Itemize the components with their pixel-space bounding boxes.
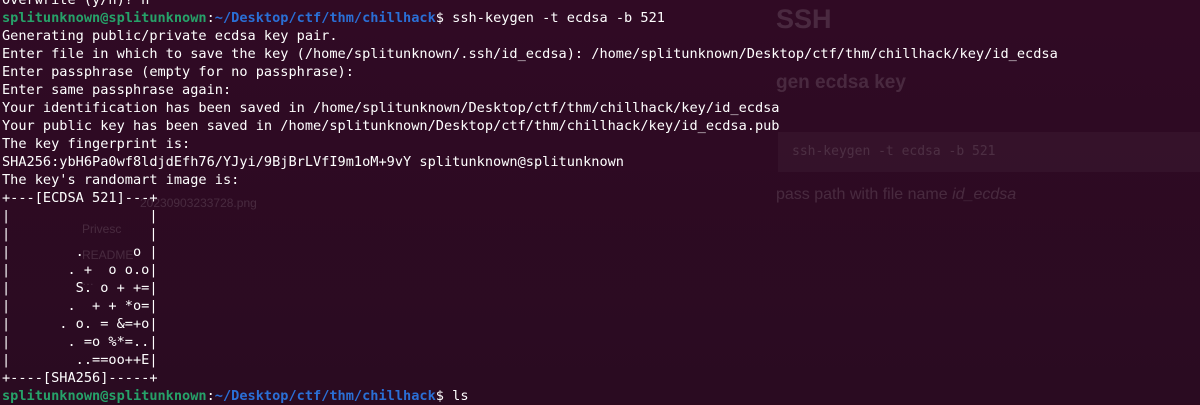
output-line: | . o. = &=+o| <box>2 316 158 332</box>
output-line: | S. o + +=| <box>2 280 158 296</box>
output-line: The key fingerprint is: <box>2 136 191 152</box>
output-line: SHA256:ybH6Pa0wf8ldjdEfh76/YJyi/9BjBrLVf… <box>2 154 624 170</box>
output-line: | ..==oo++E| <box>2 352 158 368</box>
prompt-path: ~/Desktop/ctf/thm/chillhack <box>214 388 436 404</box>
output-line: Overwrite (y/n)? n <box>2 0 150 8</box>
prompt-line: splitunknown@splitunknown:~/Desktop/ctf/… <box>2 387 1058 405</box>
prompt-separator: : <box>206 10 215 26</box>
output-line: Your identification has been saved in /h… <box>2 100 780 116</box>
output-line: Enter same passphrase again: <box>2 82 232 98</box>
output-line: | . + o o.o| <box>2 262 158 278</box>
prompt-user-host: splitunknown@splitunknown <box>2 10 207 26</box>
output-line: +---[ECDSA 521]---+ <box>2 190 158 206</box>
prompt-user-host: splitunknown@splitunknown <box>2 388 207 404</box>
prompt-path: ~/Desktop/ctf/thm/chillhack <box>214 10 436 26</box>
output-line: Generating public/private ecdsa key pair… <box>2 28 338 44</box>
output-line: Enter passphrase (empty for no passphras… <box>2 64 354 80</box>
prompt-command: $ ssh-keygen -t ecdsa -b 521 <box>435 10 665 26</box>
output-line: Your public key has been saved in /home/… <box>2 118 780 134</box>
output-line: | . o | <box>2 244 158 260</box>
prompt-line: splitunknown@splitunknown:~/Desktop/ctf/… <box>2 9 1058 27</box>
output-line: | | <box>2 226 158 242</box>
terminal-output[interactable]: Overwrite (y/n)? n splitunknown@splitunkn… <box>2 0 1058 405</box>
output-line: +----[SHA256]-----+ <box>2 370 158 386</box>
output-line: Enter file in which to save the key (/ho… <box>2 46 1058 62</box>
prompt-command: $ ls <box>435 388 469 404</box>
output-line: | | <box>2 208 158 224</box>
output-line: | . =o %*=..| <box>2 334 158 350</box>
output-line: | . + + *o=| <box>2 298 158 314</box>
prompt-separator: : <box>206 388 215 404</box>
output-line: The key's randomart image is: <box>2 172 240 188</box>
